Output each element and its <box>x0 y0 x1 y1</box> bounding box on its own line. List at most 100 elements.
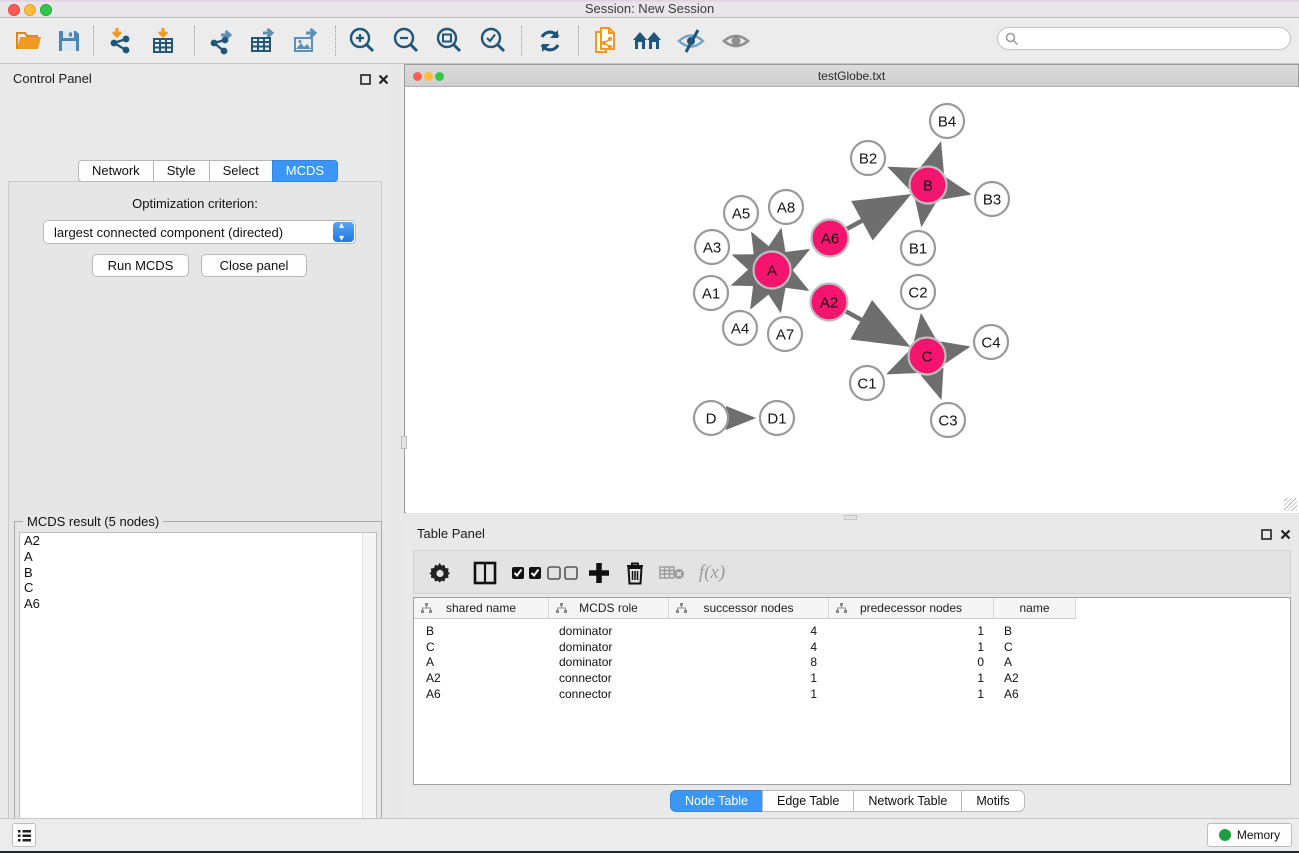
window-resize-grip[interactable] <box>1284 498 1297 511</box>
table-row-B[interactable]: Bdominator41B <box>414 624 1076 640</box>
cell-name[interactable]: C <box>994 640 1076 656</box>
cell-MCDS-role[interactable]: connector <box>549 671 669 687</box>
result-item-B[interactable]: B <box>20 565 376 581</box>
duplicate-network-button[interactable] <box>589 24 623 58</box>
close-panel-button[interactable]: Close panel <box>201 254 307 277</box>
cell-successor-nodes[interactable]: 4 <box>669 624 829 640</box>
function-builder-button[interactable]: f(x) <box>692 551 732 595</box>
cell-predecessor-nodes[interactable]: 1 <box>829 640 994 656</box>
search-field[interactable] <box>997 27 1291 50</box>
column-header-MCDS-role[interactable]: MCDS role <box>549 598 669 619</box>
result-list-scrollbar[interactable] <box>362 533 376 853</box>
zoom-fit-button[interactable] <box>432 24 466 58</box>
tab-select[interactable]: Select <box>209 160 272 182</box>
delete-column-button[interactable] <box>621 551 649 595</box>
hide-graphics-details-button[interactable] <box>674 24 708 58</box>
cell-predecessor-nodes[interactable]: 1 <box>829 687 994 703</box>
graph-edge-A-A5[interactable] <box>752 234 762 253</box>
column-header-shared-name[interactable]: shared name <box>414 598 549 619</box>
panel-divider-grip[interactable] <box>401 436 407 449</box>
memory-button[interactable]: Memory <box>1207 823 1292 847</box>
export-network-button[interactable] <box>204 24 238 58</box>
tab-edge-table[interactable]: Edge Table <box>762 790 853 812</box>
cell-successor-nodes[interactable]: 1 <box>669 687 829 703</box>
graph-edge-B-B1[interactable] <box>922 204 925 224</box>
cell-shared-name[interactable]: B <box>414 624 549 640</box>
save-session-button[interactable] <box>52 24 86 58</box>
export-table-button[interactable] <box>245 24 279 58</box>
graph-edge-B-B2[interactable] <box>890 168 910 177</box>
import-network-button[interactable] <box>104 24 138 58</box>
tab-network[interactable]: Network <box>78 160 153 182</box>
mcds-result-list[interactable]: A2ABCA6 <box>19 532 377 853</box>
cell-shared-name[interactable]: A2 <box>414 671 549 687</box>
table-row-C[interactable]: Cdominator41C <box>414 640 1076 656</box>
column-header-successor-nodes[interactable]: successor nodes <box>669 598 829 619</box>
column-header-name[interactable]: name <box>994 598 1076 619</box>
float-panel-icon[interactable] <box>360 72 372 84</box>
cell-predecessor-nodes[interactable]: 0 <box>829 655 994 671</box>
tab-node-table[interactable]: Node Table <box>670 790 762 812</box>
column-header-predecessor-nodes[interactable]: predecessor nodes <box>829 598 994 619</box>
home-button[interactable] <box>631 24 665 58</box>
graph-edge-A6-B[interactable] <box>847 197 906 229</box>
graph-edge-A-A4[interactable] <box>752 287 763 307</box>
zoom-out-button[interactable] <box>389 24 423 58</box>
table-close-icon[interactable] <box>1280 527 1292 539</box>
cell-predecessor-nodes[interactable]: 1 <box>829 624 994 640</box>
cell-name[interactable]: B <box>994 624 1076 640</box>
close-panel-icon[interactable] <box>378 72 390 84</box>
run-mcds-button[interactable]: Run MCDS <box>92 254 189 277</box>
graph-edge-B-B4[interactable] <box>934 144 941 166</box>
zoom-selected-button[interactable] <box>476 24 510 58</box>
cell-predecessor-nodes[interactable]: 1 <box>829 671 994 687</box>
tab-mcds[interactable]: MCDS <box>272 160 338 182</box>
horizontal-divider-grip[interactable] <box>844 515 857 520</box>
graph-edge-C-C4[interactable] <box>946 347 968 352</box>
search-input[interactable] <box>1024 30 1279 47</box>
add-column-button[interactable] <box>584 551 614 595</box>
cell-name[interactable]: A2 <box>994 671 1076 687</box>
cell-name[interactable]: A <box>994 655 1076 671</box>
cell-shared-name[interactable]: C <box>414 640 549 656</box>
deselect-all-button[interactable] <box>545 551 581 595</box>
cell-MCDS-role[interactable]: dominator <box>549 640 669 656</box>
show-panels-button[interactable] <box>12 823 36 847</box>
cell-shared-name[interactable]: A6 <box>414 687 549 703</box>
graph-edge-A-A6[interactable] <box>789 250 808 260</box>
graph-edge-B-B3[interactable] <box>947 189 969 194</box>
graph-edge-A-A2[interactable] <box>789 280 807 290</box>
export-image-button[interactable] <box>288 24 322 58</box>
cell-successor-nodes[interactable]: 8 <box>669 655 829 671</box>
import-table-button[interactable] <box>146 24 180 58</box>
result-item-C[interactable]: C <box>20 580 376 596</box>
cell-name[interactable]: A6 <box>994 687 1076 703</box>
table-float-icon[interactable] <box>1261 527 1273 539</box>
cell-MCDS-role[interactable]: dominator <box>549 624 669 640</box>
graph-edge-C-C3[interactable] <box>933 375 940 398</box>
delete-table-button[interactable] <box>657 551 687 595</box>
tab-motifs[interactable]: Motifs <box>961 790 1024 812</box>
refresh-button[interactable] <box>533 24 567 58</box>
table-settings-button[interactable] <box>426 551 454 595</box>
cell-successor-nodes[interactable]: 4 <box>669 640 829 656</box>
graph-edge-A-A8[interactable] <box>776 230 781 251</box>
cell-MCDS-role[interactable]: connector <box>549 687 669 703</box>
tab-network-table[interactable]: Network Table <box>853 790 961 812</box>
network-canvas[interactable]: B4B2BB3A5A8A6B1A3AC2A1A2A4A7C4CC1C3DD1 <box>406 87 1299 513</box>
graph-edge-A-A3[interactable] <box>734 256 753 263</box>
graph-edge-A2-C[interactable] <box>846 311 905 344</box>
tab-style[interactable]: Style <box>153 160 209 182</box>
cell-successor-nodes[interactable]: 1 <box>669 671 829 687</box>
cell-shared-name[interactable]: A <box>414 655 549 671</box>
optimization-criterion-dropdown[interactable]: largest connected component (directed) <box>43 220 356 244</box>
zoom-in-button[interactable] <box>345 24 379 58</box>
graph-edge-C-C1[interactable] <box>889 364 909 373</box>
open-session-button[interactable] <box>12 24 46 58</box>
graph-edge-A-A7[interactable] <box>776 289 780 310</box>
column-visibility-button[interactable] <box>470 551 500 595</box>
result-item-A2[interactable]: A2 <box>20 533 376 549</box>
result-item-A[interactable]: A <box>20 549 376 565</box>
table-row-A[interactable]: Adominator80A <box>414 655 1076 671</box>
result-item-A6[interactable]: A6 <box>20 596 376 612</box>
